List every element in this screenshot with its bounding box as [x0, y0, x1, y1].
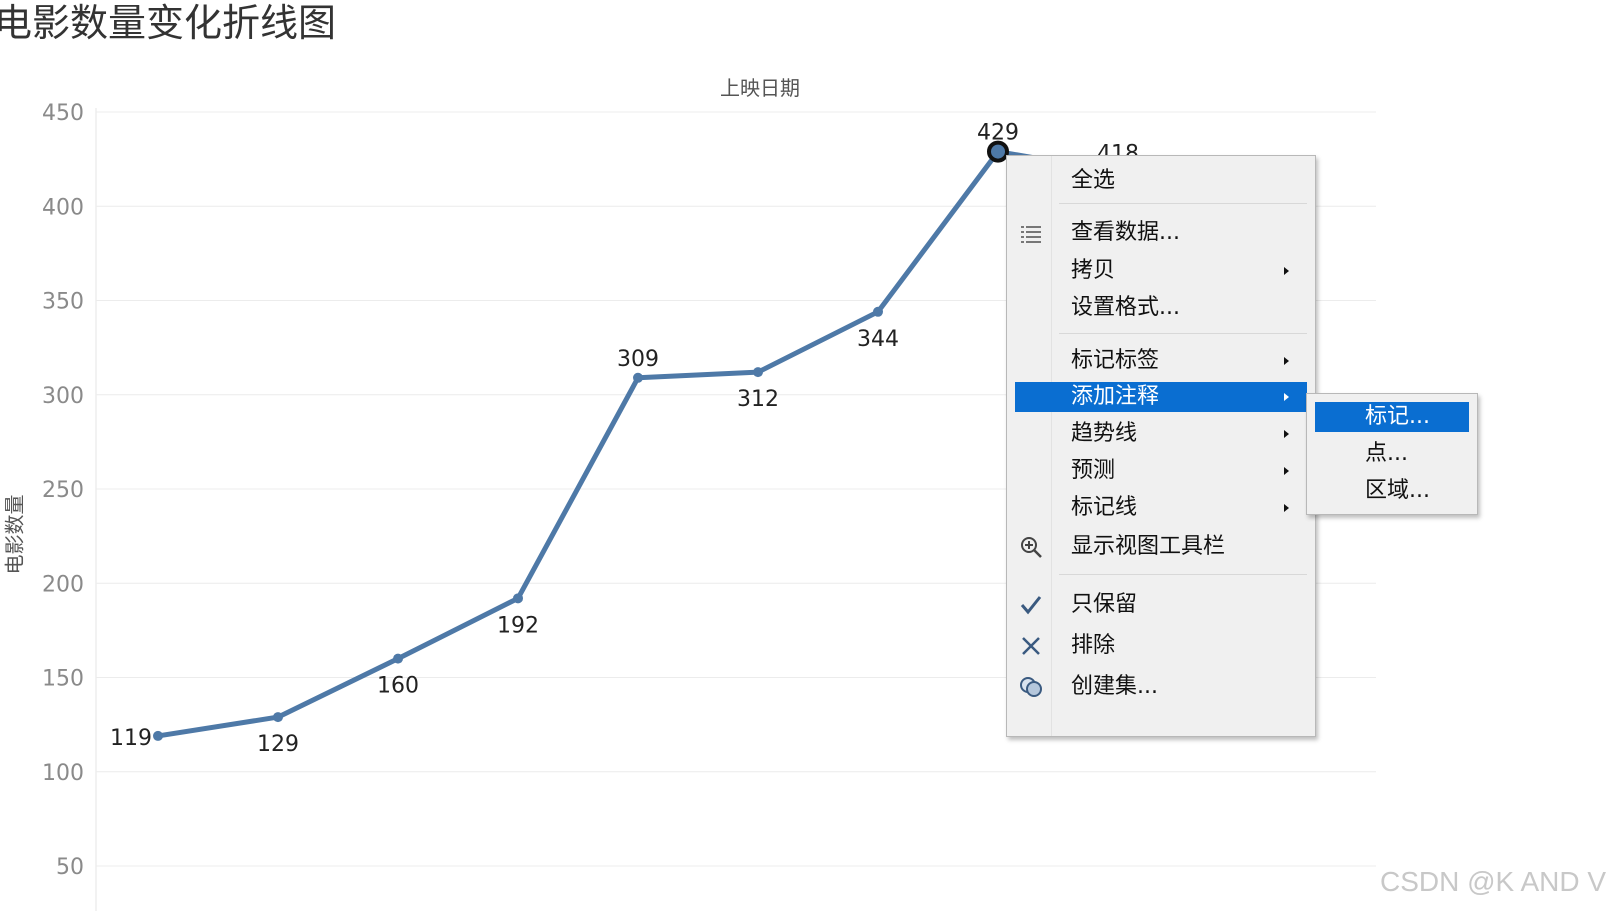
data-label: 312 [737, 387, 779, 412]
create-set-icon [1020, 677, 1042, 697]
data-point[interactable] [873, 306, 883, 317]
menu-item-label: 区域... [1365, 478, 1430, 503]
menu-item-reference-line[interactable]: 标记线 [1015, 493, 1307, 523]
submenu-item-point[interactable]: 点... [1315, 439, 1469, 469]
y-tick-label: 350 [42, 290, 84, 315]
menu-item-keep-only[interactable]: 只保留 [1015, 590, 1307, 620]
data-label: 129 [257, 732, 299, 757]
y-tick-label: 400 [42, 195, 84, 220]
data-label: 344 [857, 327, 899, 352]
annotation-submenu: 标记... 点... 区域... [1306, 393, 1478, 515]
stage: 电影数量变化折线图 上映日期 电影数量 50 100 150 200 250 300 350… [0, 0, 1619, 911]
data-point[interactable] [393, 653, 403, 664]
menu-item-label: 显示视图工具栏 [1071, 534, 1226, 559]
menu-item-label: 创建集... [1071, 674, 1158, 699]
y-tick-label: 450 [42, 101, 84, 126]
data-point[interactable] [153, 730, 163, 741]
menu-item-view-data[interactable]: 查看数据... [1015, 218, 1307, 248]
menu-item-label: 趋势线 [1071, 421, 1138, 446]
zoom-icon [1021, 537, 1042, 558]
y-tick-label: 150 [42, 667, 84, 692]
menu-item-label: 标记线 [1071, 495, 1138, 520]
data-label: 429 [977, 121, 1019, 146]
menu-item-label: 查看数据... [1071, 220, 1180, 245]
data-label: 119 [110, 726, 152, 751]
data-label: 309 [617, 347, 659, 372]
menu-item-forecast[interactable]: 预测 [1015, 456, 1307, 486]
check-icon [1020, 596, 1042, 615]
menu-item-label: 排除 [1071, 633, 1116, 658]
menu-item-exclude[interactable]: 排除 [1015, 631, 1307, 661]
menu-item-annotate[interactable]: 添加注释 [1015, 382, 1307, 412]
data-point[interactable] [633, 372, 643, 383]
menu-item-label: 只保留 [1071, 592, 1138, 617]
y-tick-label: 300 [42, 384, 84, 409]
menu-item-create-set[interactable]: 创建集... [1015, 672, 1307, 702]
submenu-arrow-icon [1284, 467, 1289, 475]
y-tick-label: 200 [42, 572, 84, 597]
menu-item-label: 添加注释 [1071, 384, 1160, 409]
menu-separator [1059, 203, 1307, 204]
data-point[interactable] [753, 367, 763, 378]
y-tick-label: 250 [42, 478, 84, 503]
menu-item-label: 全选 [1071, 168, 1116, 193]
submenu-arrow-icon [1284, 357, 1289, 365]
menu-item-mark-labels[interactable]: 标记标签 [1015, 346, 1307, 376]
menu-item-label: 标记... [1365, 404, 1430, 429]
menu-item-show-toolbar[interactable]: 显示视图工具栏 [1015, 532, 1307, 562]
close-icon [1022, 637, 1040, 655]
data-label: 160 [377, 674, 419, 699]
menu-item-label: 设置格式... [1071, 295, 1180, 320]
y-tick-label: 100 [42, 761, 84, 786]
submenu-arrow-icon [1284, 267, 1289, 275]
menu-item-label: 拷贝 [1071, 258, 1116, 283]
data-point[interactable] [273, 712, 283, 723]
menu-item-label: 预测 [1071, 458, 1116, 483]
submenu-arrow-icon [1284, 430, 1289, 438]
submenu-item-area[interactable]: 区域... [1315, 476, 1469, 506]
menu-item-format[interactable]: 设置格式... [1015, 293, 1307, 323]
y-tick-label: 50 [56, 855, 84, 880]
menu-separator [1059, 333, 1307, 334]
submenu-arrow-icon [1284, 393, 1289, 401]
menu-item-select-all[interactable]: 全选 [1015, 166, 1307, 196]
data-point[interactable] [513, 593, 523, 604]
submenu-arrow-icon [1284, 504, 1289, 512]
menu-separator [1059, 574, 1307, 575]
menu-item-trend-line[interactable]: 趋势线 [1015, 419, 1307, 449]
submenu-item-mark[interactable]: 标记... [1315, 402, 1469, 432]
watermark: CSDN @K AND V [1380, 866, 1607, 897]
data-label: 192 [497, 613, 539, 638]
menu-item-copy[interactable]: 拷贝 [1015, 256, 1307, 286]
menu-item-label: 标记标签 [1071, 348, 1160, 373]
context-menu: 全选 查看数据... 拷贝 设置格式... 标记标签 添加注释 趋势线 预测 标… [1006, 155, 1316, 737]
menu-item-label: 点... [1365, 441, 1408, 466]
view-data-icon [1021, 226, 1041, 243]
